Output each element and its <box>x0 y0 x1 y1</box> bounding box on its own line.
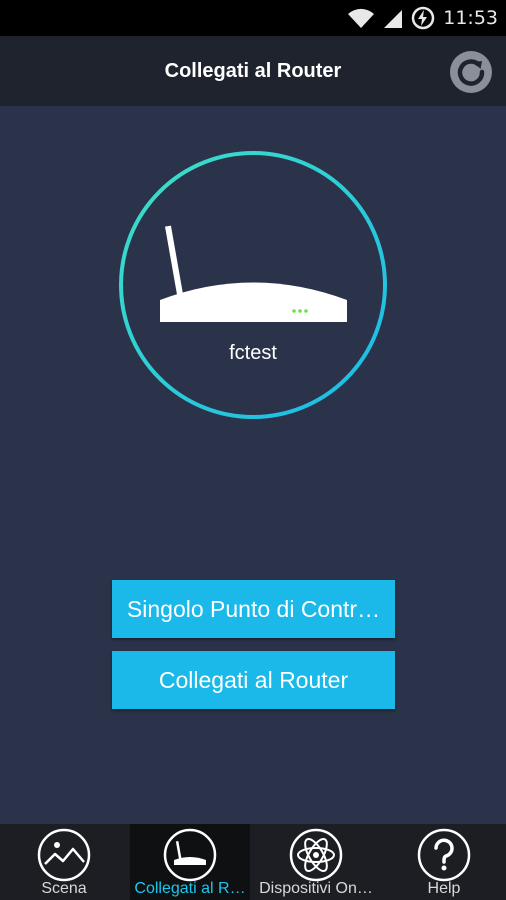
app-bar: Collegati al Router <box>0 36 506 106</box>
nav-item-help[interactable]: Help <box>382 824 506 900</box>
refresh-icon <box>450 51 492 93</box>
refresh-button[interactable] <box>448 49 494 95</box>
router-status-circle[interactable]: fctest <box>118 150 388 420</box>
scene-landscape-icon <box>37 828 91 882</box>
status-bar: 11:53 <box>0 0 506 36</box>
router-name: fctest <box>229 342 277 364</box>
router-icon <box>160 225 347 322</box>
atom-icon <box>289 828 343 882</box>
status-time: 11:53 <box>443 7 498 29</box>
nav-item-scena[interactable]: Scena <box>0 824 128 900</box>
router-ring-graphic <box>119 151 387 419</box>
status-icons: 11:53 <box>347 0 498 36</box>
nav-label-collegati: Collegati al R… <box>134 880 246 897</box>
bottom-nav: Scena Collegati al R… Dispositivi On… He… <box>0 824 506 900</box>
nav-label-dispositivi: Dispositivi On… <box>259 880 373 897</box>
wifi-icon <box>348 8 375 28</box>
page-title: Collegati al Router <box>164 60 342 82</box>
nav-item-dispositivi[interactable]: Dispositivi On… <box>252 824 380 900</box>
nav-item-collegati[interactable]: Collegati al R… <box>130 824 250 900</box>
nav-label-scena: Scena <box>41 880 87 897</box>
help-icon <box>417 828 471 882</box>
nav-label-help: Help <box>427 880 461 897</box>
single-control-point-button[interactable]: Singolo Punto di Contr… <box>112 580 395 638</box>
connect-router-button[interactable]: Collegati al Router <box>112 651 395 709</box>
signal-icon <box>384 10 403 28</box>
battery-charging-icon <box>411 6 435 30</box>
router-icon <box>163 828 217 882</box>
